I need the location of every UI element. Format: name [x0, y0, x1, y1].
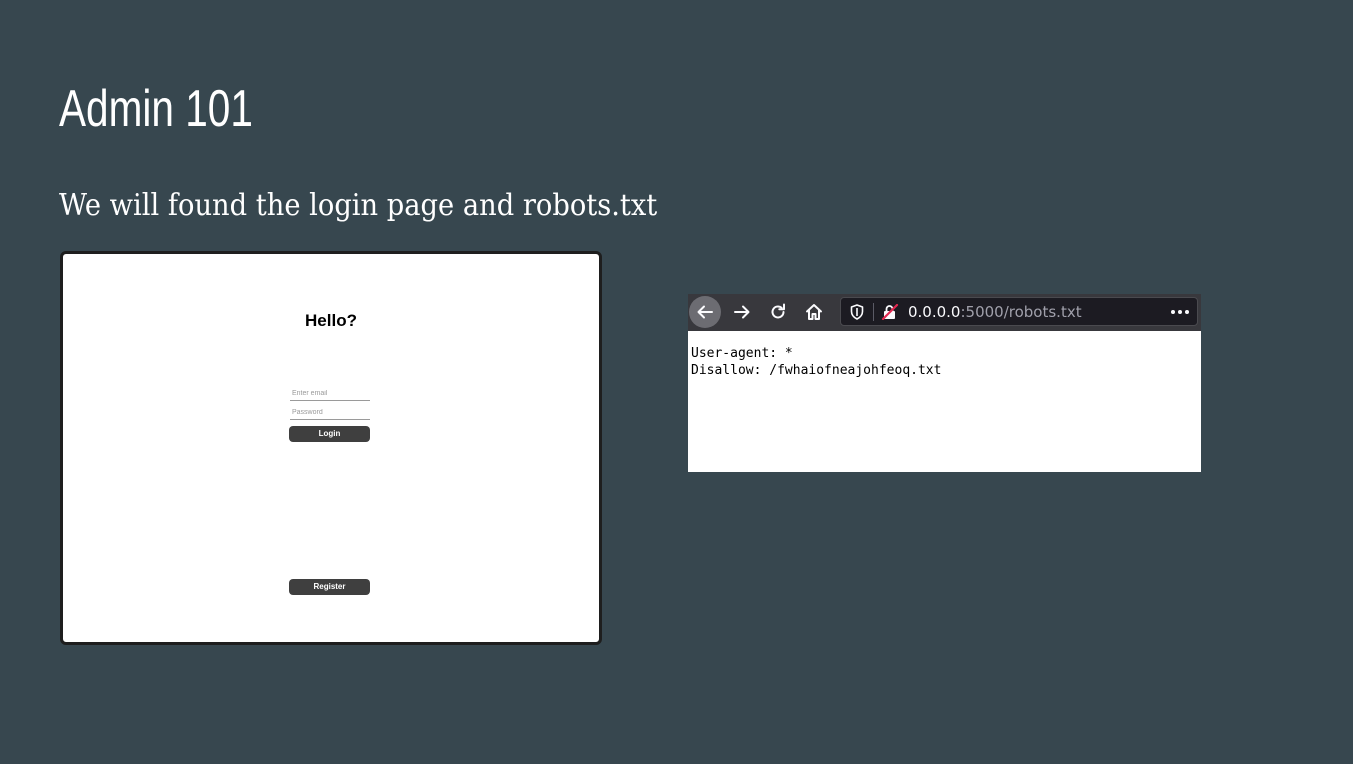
page-actions-button[interactable] — [1169, 303, 1191, 321]
back-button[interactable] — [689, 296, 721, 328]
more-dots-icon — [1171, 310, 1189, 314]
robots-line: User-agent: * — [691, 346, 793, 361]
site-info-button[interactable] — [881, 303, 899, 321]
browser-toolbar: 0.0.0.0:5000/robots.txt — [688, 294, 1201, 331]
forward-button[interactable] — [726, 296, 758, 328]
login-heading: Hello? — [305, 311, 357, 330]
shield-icon — [850, 304, 864, 320]
url-path: :5000/robots.txt — [960, 303, 1082, 321]
insecure-connection-icon — [881, 303, 899, 321]
login-page-screenshot: Hello? Login Register — [60, 251, 602, 645]
robots-line: Disallow: /fwhaiofneajohfeoq.txt — [691, 363, 942, 378]
browser-screenshot: 0.0.0.0:5000/robots.txt User-agent: * Di… — [688, 294, 1201, 472]
url-bar[interactable]: 0.0.0.0:5000/robots.txt — [840, 297, 1198, 326]
slide-subtitle: We will found the login page and robots.… — [59, 188, 658, 223]
reload-button[interactable] — [762, 296, 794, 328]
email-field[interactable] — [290, 387, 370, 401]
home-icon — [806, 304, 822, 320]
url-text[interactable]: 0.0.0.0:5000/robots.txt — [908, 303, 1082, 321]
url-bar-divider — [873, 303, 874, 321]
forward-arrow-icon — [734, 305, 750, 319]
login-button[interactable]: Login — [289, 426, 370, 442]
slide-title: Admin 101 — [59, 80, 253, 138]
back-arrow-icon — [697, 305, 713, 319]
robots-txt-content: User-agent: * Disallow: /fwhaiofneajohfe… — [691, 345, 941, 379]
home-button[interactable] — [798, 296, 830, 328]
url-host: 0.0.0.0 — [908, 303, 961, 321]
password-field[interactable] — [290, 406, 370, 420]
reload-icon — [771, 303, 785, 319]
register-button[interactable]: Register — [289, 579, 370, 595]
tracking-protection-button[interactable] — [849, 304, 865, 320]
